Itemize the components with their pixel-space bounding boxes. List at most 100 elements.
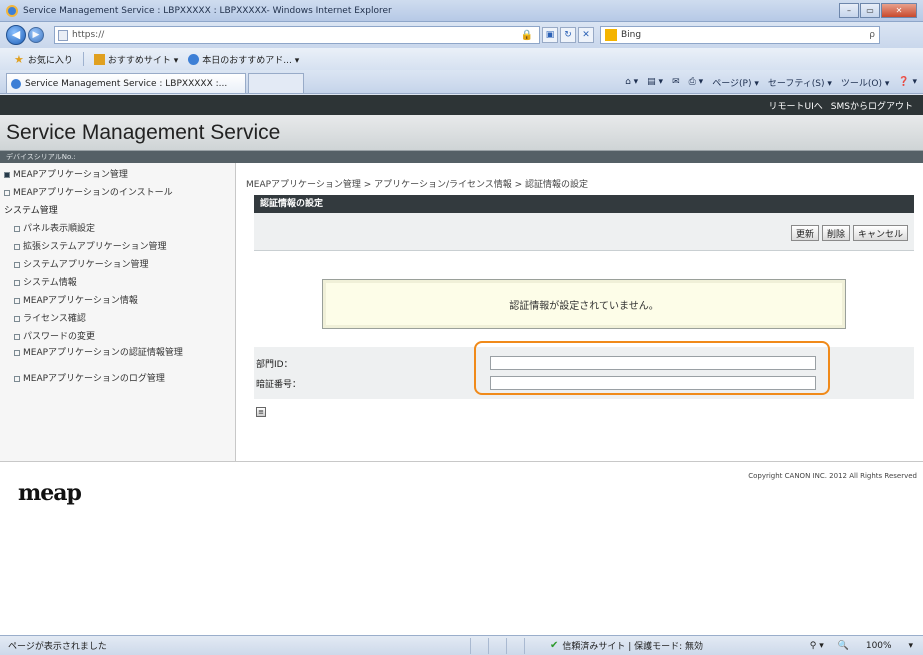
- sidebar-item-password-change[interactable]: パスワードの変更: [0, 328, 235, 346]
- command-bar: ⌂ ▾ ▤ ▾ ✉ ⎙ ▾ ページ(P) ▾ セーフティ(S) ▾ ツール(O)…: [616, 71, 923, 93]
- search-engine-name: Bing: [621, 30, 642, 40]
- input-highlight-frame: [474, 341, 830, 395]
- status-text: ページが表示されました: [8, 642, 107, 652]
- search-icon[interactable]: ρ: [869, 30, 875, 40]
- status-cells: [470, 637, 542, 654]
- remote-ui-link[interactable]: リモートUIへ: [769, 99, 823, 112]
- copyright: Copyright CANON INC. 2012 All Rights Res…: [748, 472, 917, 480]
- page-body: MEAPアプリケーション管理 MEAPアプリケーションのインストール システム管…: [0, 163, 923, 461]
- lock-icon[interactable]: 🔒: [521, 30, 533, 41]
- window-title: Service Management Service : LBPXXXXX : …: [23, 5, 392, 16]
- sidebar-item-auth-info-mgmt[interactable]: MEAPアプリケーションの認証情報管理: [0, 346, 235, 370]
- bullet-icon: [14, 279, 20, 286]
- feeds-icon[interactable]: ▤ ▾: [647, 77, 663, 87]
- user-id-label: 部門ID：: [256, 359, 293, 370]
- address-url: https://: [72, 30, 105, 40]
- ie-icon: [6, 4, 18, 17]
- zone-text: 信頼済みサイト | 保護モード: 無効: [562, 642, 704, 652]
- bullet-icon: [14, 349, 20, 356]
- sidebar-item-system-info[interactable]: システム情報: [0, 274, 235, 292]
- top-link-strip: リモートUIへ SMSからログアウト: [0, 95, 923, 115]
- bullet-icon: [4, 189, 10, 196]
- tab-favicon: [11, 78, 21, 89]
- search-box[interactable]: Bing ρ: [600, 26, 880, 44]
- favorites-bar: ★ お気に入り おすすめサイト ▾ 本日のおすすめアド... ▾: [0, 48, 923, 70]
- bullet-icon: [14, 261, 20, 268]
- sidebar-item-meap-app-mgmt[interactable]: MEAPアプリケーション管理: [0, 166, 235, 184]
- window-controls: – ▭ ✕: [838, 3, 917, 18]
- forward-button[interactable]: ▶: [28, 27, 44, 43]
- command-tools[interactable]: ツール(O) ▾: [841, 76, 890, 89]
- command-safety[interactable]: セーフティ(S) ▾: [768, 76, 832, 89]
- sidebar-item-meap-app-install[interactable]: MEAPアプリケーションのインストール: [0, 184, 235, 202]
- address-bar[interactable]: https:// 🔒: [54, 26, 540, 44]
- minimize-button[interactable]: –: [839, 3, 859, 18]
- address-row: ◀ ▶ https:// 🔒 ▣ ↻ ✕ Bing ρ: [0, 22, 923, 48]
- scroll-top-icon[interactable]: ≡: [256, 407, 266, 417]
- tab-active[interactable]: Service Management Service : LBPXXXXX :.…: [6, 73, 246, 93]
- device-serial-label: デバイスシリアルNo.:: [0, 151, 923, 163]
- close-button[interactable]: ✕: [881, 3, 917, 18]
- mail-icon[interactable]: ✉: [672, 77, 680, 87]
- sidebar-item-log-mgmt[interactable]: MEAPアプリケーションのログ管理: [0, 370, 235, 388]
- maximize-button[interactable]: ▭: [860, 3, 880, 18]
- page-footer: meap Copyright CANON INC. 2012 All Right…: [0, 461, 923, 635]
- sidebar-item-ext-system-app[interactable]: 拡張システムアプリケーション管理: [0, 238, 235, 256]
- divider: [82, 52, 84, 66]
- pin-label: 暗証番号：: [256, 379, 302, 390]
- favorites-button[interactable]: お気に入り: [28, 53, 73, 66]
- bing-logo-icon: [605, 29, 617, 41]
- page-content: リモートUIへ SMSからログアウト Service Management Se…: [0, 95, 923, 635]
- bullet-icon: [14, 375, 20, 382]
- tab-label: Service Management Service : LBPXXXXX :.…: [25, 78, 228, 89]
- command-page[interactable]: ページ(P) ▾: [712, 76, 759, 89]
- recommended-icon: [188, 53, 200, 65]
- logout-link[interactable]: SMSからログアウト: [831, 99, 913, 112]
- help-icon[interactable]: ❓ ▾: [898, 77, 917, 87]
- window-title-bar: Service Management Service : LBPXXXXX : …: [0, 0, 923, 22]
- cancel-button[interactable]: キャンセル: [852, 225, 908, 241]
- status-message: 認証情報が設定されていません。: [322, 279, 846, 329]
- stop-icon[interactable]: ✕: [578, 27, 594, 43]
- address-tools: ▣ ↻ ✕: [542, 27, 596, 43]
- favorites-star-icon: ★: [14, 52, 24, 66]
- page-icon: [58, 29, 68, 41]
- suggested-sites-link[interactable]: おすすめサイト ▾: [108, 53, 178, 66]
- recommended-link[interactable]: 本日のおすすめアド... ▾: [202, 53, 299, 66]
- status-right: ⚲ ▾ 🔍 100% ▾: [796, 641, 923, 651]
- zoom-level[interactable]: 🔍 100% ▾: [838, 641, 913, 651]
- sidebar-item-panel-order[interactable]: パネル表示順設定: [0, 220, 235, 238]
- sidebar-section-system-mgmt: システム管理: [4, 206, 58, 216]
- action-bar: 更新 削除 キャンセル: [254, 213, 914, 251]
- status-bar: ページが表示されました ✔ 信頼済みサイト | 保護モード: 無効 ⚲ ▾ 🔍 …: [0, 635, 923, 655]
- breadcrumb: MEAPアプリケーション管理 > アプリケーション/ライセンス情報 > 認証情報…: [246, 180, 589, 190]
- section-title: 認証情報の設定: [254, 195, 914, 213]
- sidebar-item-meap-app-info[interactable]: MEAPアプリケーション情報: [0, 292, 235, 310]
- main-content: MEAPアプリケーション管理 > アプリケーション/ライセンス情報 > 認証情報…: [244, 163, 914, 461]
- app-header: Service Management Service: [0, 115, 923, 151]
- check-icon: ✔: [550, 640, 559, 651]
- sidebar-item-system-app[interactable]: システムアプリケーション管理: [0, 256, 235, 274]
- update-button[interactable]: 更新: [790, 225, 819, 241]
- bullet-icon: [14, 333, 20, 340]
- home-icon[interactable]: ⌂ ▾: [625, 77, 638, 87]
- tab-row: Service Management Service : LBPXXXXX :.…: [0, 70, 923, 94]
- sidebar-item-license-check[interactable]: ライセンス確認: [0, 310, 235, 328]
- sidebar: MEAPアプリケーション管理 MEAPアプリケーションのインストール システム管…: [0, 163, 236, 461]
- refresh-icon[interactable]: ↻: [560, 27, 576, 43]
- print-icon[interactable]: ⎙ ▾: [689, 77, 704, 87]
- action-buttons: 更新 削除 キャンセル: [788, 225, 908, 241]
- suggested-sites-icon: [93, 53, 105, 65]
- security-zone[interactable]: ✔ 信頼済みサイト | 保護モード: 無効: [542, 639, 703, 652]
- back-button[interactable]: ◀: [6, 25, 26, 45]
- compat-view-icon[interactable]: ▣: [542, 27, 558, 43]
- bullet-icon: [14, 297, 20, 304]
- delete-button[interactable]: 削除: [821, 225, 850, 241]
- app-title: Service Management Service: [6, 120, 281, 144]
- bullet-icon: [14, 315, 20, 322]
- bullet-icon: [14, 243, 20, 250]
- new-tab-button[interactable]: [248, 73, 304, 93]
- protected-mode-icon[interactable]: ⚲ ▾: [810, 641, 824, 651]
- bullet-icon: [4, 171, 10, 178]
- bullet-icon: [14, 225, 20, 232]
